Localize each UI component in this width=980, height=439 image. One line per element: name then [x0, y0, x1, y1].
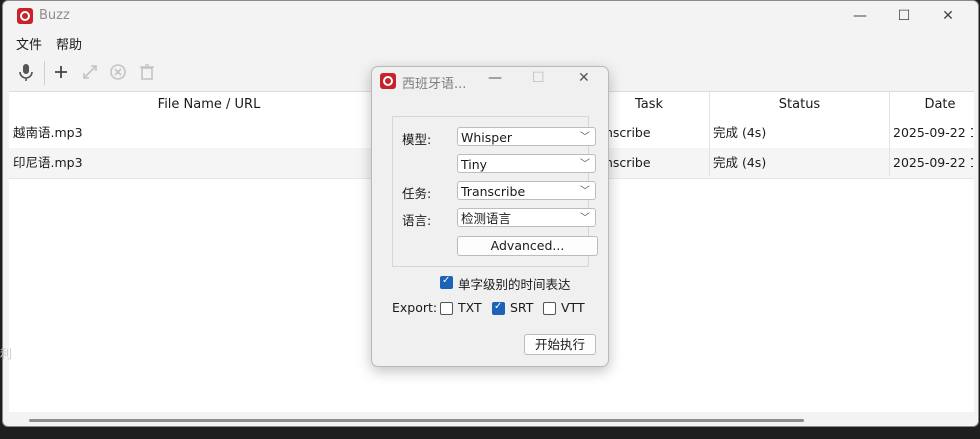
maximize-icon[interactable]: ☐: [881, 1, 927, 31]
window-title: Buzz: [39, 8, 70, 23]
column-divider: [889, 92, 890, 176]
model-settings-group: 模型: Whisper ﹀ Tiny ﹀ 任务: Transcribe ﹀ 语言…: [392, 116, 598, 267]
export-srt-checkbox[interactable]: [492, 301, 505, 315]
background-text: 利: [0, 347, 13, 361]
language-select-value: 检测语言: [461, 211, 512, 226]
export-vtt-label: VTT: [561, 300, 585, 315]
close-icon[interactable]: ✕: [578, 70, 590, 86]
title-bar: Buzz — ☐ ✕: [3, 1, 978, 31]
model-select[interactable]: Whisper ﹀: [457, 127, 596, 146]
model-select-value: Whisper: [461, 130, 513, 145]
trash-icon[interactable]: [136, 61, 158, 83]
chevron-down-icon: ﹀: [580, 186, 590, 197]
chevron-down-icon: ﹀: [580, 132, 590, 143]
export-srt-label: SRT: [510, 300, 534, 315]
buzz-app-icon: [17, 8, 33, 24]
menu-file[interactable]: 文件: [16, 34, 42, 53]
col-header-file[interactable]: File Name / URL: [9, 92, 410, 118]
microphone-icon[interactable]: [15, 61, 37, 83]
menu-bar: 文件 帮助: [3, 31, 978, 53]
close-icon[interactable]: ✕: [925, 1, 971, 31]
model-size-value: Tiny: [461, 157, 488, 172]
advanced-button[interactable]: Advanced...: [457, 236, 598, 256]
cancel-circle-icon[interactable]: [107, 61, 129, 83]
maximize-icon: ☐: [532, 70, 545, 86]
menu-help[interactable]: 帮助: [56, 34, 82, 53]
cell-file: 越南语.mp3: [13, 125, 83, 140]
col-header-status[interactable]: Status: [710, 92, 890, 118]
task-select[interactable]: Transcribe ﹀: [457, 181, 596, 200]
cell-status: 完成 (4s): [713, 125, 767, 140]
column-divider: [709, 92, 710, 176]
word-timing-checkbox[interactable]: [440, 275, 453, 289]
minimize-icon[interactable]: —: [837, 1, 883, 31]
plus-icon[interactable]: [50, 61, 72, 83]
cell-date: 2025-09-22 19: [893, 125, 973, 140]
model-label: 模型:: [402, 132, 432, 147]
chevron-down-icon: ﹀: [580, 213, 590, 224]
chevron-down-icon: ﹀: [580, 159, 590, 170]
export-label: Export:: [392, 300, 438, 315]
expand-icon[interactable]: [79, 61, 101, 83]
export-txt-checkbox[interactable]: [440, 302, 453, 315]
run-button[interactable]: 开始执行: [524, 334, 596, 355]
transcription-dialog: 西班牙语... — ☐ ✕ 模型: Whisper ﹀ Tiny ﹀ 任务: T…: [371, 66, 609, 367]
toolbar-divider: [44, 61, 45, 85]
export-vtt-checkbox[interactable]: [543, 302, 556, 315]
model-size-select[interactable]: Tiny ﹀: [457, 154, 596, 173]
col-header-date[interactable]: Date: [890, 92, 978, 118]
cell-file: 印尼语.mp3: [13, 155, 83, 170]
horizontal-scrollbar[interactable]: [9, 413, 974, 426]
task-label: 任务:: [402, 186, 432, 201]
cell-task: nscribe: [605, 155, 651, 170]
task-select-value: Transcribe: [461, 184, 526, 199]
language-label: 语言:: [402, 213, 432, 228]
buzz-app-icon: [380, 73, 396, 89]
cell-status: 完成 (4s): [713, 155, 767, 170]
cell-date: 2025-09-22 19: [893, 155, 973, 170]
scrollbar-thumb[interactable]: [29, 419, 804, 422]
minimize-icon[interactable]: —: [488, 70, 502, 86]
language-select[interactable]: 检测语言 ﹀: [457, 208, 596, 227]
export-txt-label: TXT: [458, 300, 482, 315]
word-timing-label: 单字级别的时间表达: [458, 277, 571, 292]
cell-task: nscribe: [605, 125, 651, 140]
dialog-title: 西班牙语...: [402, 77, 467, 92]
